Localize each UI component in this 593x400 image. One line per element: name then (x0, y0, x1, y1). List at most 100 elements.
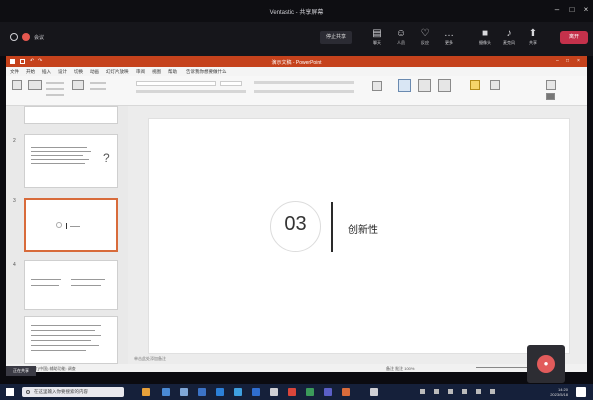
mic-icon: ♪ (506, 28, 512, 39)
meeting-title: Ventastic - 共享屏幕 (269, 10, 324, 16)
new-slide-icon[interactable] (28, 80, 42, 90)
arrange-icon[interactable] (398, 79, 411, 92)
react-button[interactable]: ♡ 反应 (414, 27, 436, 51)
slide-divider (331, 202, 333, 252)
clock-icon (10, 33, 18, 41)
thumb-number-2: 2 (13, 138, 16, 144)
paragraph-buttons[interactable] (254, 90, 354, 93)
stop-sharing-button[interactable]: 停止共享 (320, 31, 352, 44)
mic-button[interactable]: ♪ 麦克风 (498, 27, 520, 51)
meeting-label: 会议 (34, 35, 45, 41)
meeting-indicator-icon: ● (537, 355, 555, 373)
slide-canvas[interactable] (148, 118, 570, 354)
explorer-icon[interactable] (180, 388, 188, 396)
camera-button[interactable]: ■ 摄像头 (474, 27, 496, 51)
app-icon[interactable] (288, 388, 296, 396)
app-icon[interactable] (252, 388, 260, 396)
maximize-icon[interactable]: □ (567, 5, 577, 15)
ppt-close-icon[interactable]: × (577, 58, 580, 64)
ribbon-option[interactable] (90, 88, 106, 90)
slide-thumbnail-4[interactable] (24, 260, 118, 310)
teams-icon[interactable] (324, 388, 332, 396)
powerpoint-taskbar-icon[interactable] (342, 388, 350, 396)
tab-insert[interactable]: 插入 (42, 69, 51, 75)
taskbar-search-input[interactable]: 在这里输入你要搜索的内容 (22, 387, 124, 397)
app-icon[interactable] (270, 388, 278, 396)
status-right: 备注 批注 100% (386, 366, 415, 371)
more-button[interactable]: … 更多 (438, 27, 460, 51)
tab-slideshow[interactable]: 幻灯片放映 (106, 69, 129, 75)
search-icon (26, 390, 30, 394)
font-family-select[interactable] (136, 81, 216, 86)
notification-icon[interactable] (576, 387, 586, 397)
tab-design[interactable]: 设计 (58, 69, 67, 75)
app-icon[interactable] (216, 388, 224, 396)
tab-help[interactable]: 帮助 (168, 69, 177, 75)
tab-view[interactable]: 视图 (152, 69, 161, 75)
quick-styles-icon[interactable] (418, 79, 431, 92)
taskview-icon[interactable] (162, 388, 170, 396)
tab-transitions[interactable]: 切换 (74, 69, 83, 75)
close-icon[interactable]: × (581, 5, 591, 15)
layout-option[interactable] (46, 82, 64, 84)
reset-option[interactable] (46, 88, 64, 90)
app-icon[interactable] (234, 388, 242, 396)
slide-layout-icon[interactable] (72, 80, 84, 90)
more-icon: … (444, 28, 454, 39)
slide-heading: 创新性 (348, 225, 378, 236)
dictate-icon[interactable] (490, 80, 500, 90)
ppt-status-bar: 幻灯片 3/4 中文(中国) 辅助功能: 调查 备注 批注 100% (6, 364, 587, 372)
thumb-number-4: 4 (13, 262, 16, 268)
thumb-number-3: 3 (13, 198, 16, 204)
chat-button[interactable]: ▤ 聊天 (366, 27, 388, 51)
meeting-controls-bar: 会议 停止共享 ▤ 聊天 ☺ 人员 ♡ 反应 … 更多 ■ 摄像头 ♪ 麦克风 ⬆ 共享 离开 (0, 22, 593, 56)
tab-review[interactable]: 审阅 (136, 69, 145, 75)
ppt-minimize-icon[interactable]: – (556, 58, 559, 64)
camera-icon: ■ (481, 28, 489, 39)
paragraph-buttons[interactable] (254, 81, 354, 84)
designer-ideas-icon[interactable] (546, 93, 555, 100)
slide-thumbnail-3-selected[interactable] (24, 198, 118, 252)
designer-icon[interactable] (546, 80, 556, 90)
font-size-select[interactable] (220, 81, 242, 86)
tab-home[interactable]: 开始 (26, 69, 35, 75)
slide-thumbnail-2[interactable]: ? (24, 134, 118, 188)
tell-me-search[interactable]: 告诉我你想要做什么 (186, 69, 227, 75)
shape-fill-icon[interactable] (438, 79, 451, 92)
weather-icon[interactable] (142, 388, 150, 396)
section-option[interactable] (46, 94, 64, 96)
share-icon: ⬆ (528, 28, 538, 39)
editing-icon[interactable] (470, 80, 480, 90)
system-tray-icons[interactable] (420, 389, 510, 395)
edge-icon[interactable] (198, 388, 206, 396)
tab-file[interactable]: 文件 (10, 69, 19, 75)
people-button[interactable]: ☺ 人员 (390, 27, 412, 51)
app-icon[interactable] (306, 388, 314, 396)
windows-taskbar: 在这里输入你要搜索的内容 14:20 2023/5/18 (0, 384, 593, 400)
ribbon-toolbar (6, 76, 587, 106)
react-icon: ♡ (420, 28, 430, 39)
paste-icon[interactable] (12, 80, 22, 90)
slide-thumbnail-5[interactable] (24, 316, 118, 364)
shapes-icon[interactable] (372, 81, 382, 91)
ppt-title-bar: ↶ ↷ 演示文稿 - PowerPoint – □ × (6, 56, 587, 67)
clock-date: 2023/5/18 (550, 392, 568, 397)
ribbon-option[interactable] (90, 82, 106, 84)
app-icon[interactable] (370, 388, 378, 396)
share-button[interactable]: ⬆ 共享 (522, 27, 544, 51)
tab-animations[interactable]: 动画 (90, 69, 99, 75)
minimize-icon[interactable]: – (552, 5, 562, 15)
font-format-buttons[interactable] (136, 90, 246, 93)
slide-thumbnail-1[interactable] (24, 106, 118, 124)
start-icon[interactable] (6, 388, 14, 396)
notes-placeholder[interactable]: 单击此处添加备注 (134, 356, 166, 362)
record-icon (22, 33, 30, 41)
clock[interactable]: 14:20 2023/5/18 (520, 387, 568, 397)
ppt-maximize-icon[interactable]: □ (566, 58, 569, 64)
meeting-title-bar: Ventastic - 共享屏幕 – □ × (0, 0, 593, 22)
powerpoint-window: ↶ ↷ 演示文稿 - PowerPoint – □ × 文件 开始 插入 设计 … (6, 56, 587, 372)
floating-meeting-control[interactable]: ● (527, 345, 565, 383)
people-icon: ☺ (395, 28, 407, 39)
chat-icon: ▤ (372, 28, 382, 39)
leave-button[interactable]: 离开 (560, 31, 588, 44)
